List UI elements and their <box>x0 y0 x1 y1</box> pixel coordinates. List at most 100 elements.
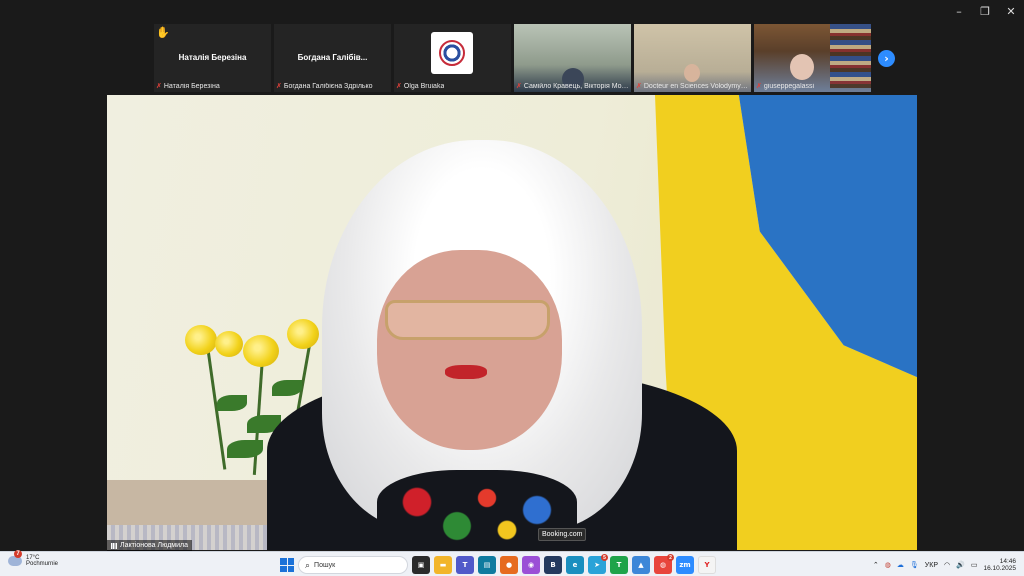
notification-badge: 5 <box>601 554 608 561</box>
maximize-button[interactable]: ❐ <box>972 0 998 22</box>
taskbar-tooltip: Booking.com <box>538 528 587 541</box>
bookshelf-background <box>830 24 871 88</box>
university-logo-icon <box>439 40 465 66</box>
participant-caption: ✗ giuseppegalassi <box>756 82 869 91</box>
notes-glyph: T <box>616 561 622 569</box>
participant-name-label: Богдана Галібієна Здрілько <box>283 82 373 90</box>
participant-caption: ✗ Наталія Березіна <box>156 82 269 91</box>
zoom-glyph: zm <box>679 561 691 569</box>
minimize-button[interactable]: – <box>946 0 972 22</box>
copilot-glyph: ◉ <box>527 561 535 569</box>
participant-tile-name: Богдана Галібів... <box>297 53 368 62</box>
store-app-icon[interactable]: B <box>544 556 562 574</box>
media-app-icon[interactable]: ▤ <box>478 556 496 574</box>
active-speaker-video <box>107 95 917 550</box>
speaker-face <box>377 250 562 450</box>
mic-muted-icon: ✗ <box>276 83 282 90</box>
speaker-name: Лактіонова Людмила <box>120 542 188 549</box>
firefox-app-icon[interactable]: ● <box>500 556 518 574</box>
chrome-app-icon[interactable]: ◍ 2 <box>654 554 674 574</box>
participant-name-label: Наталія Березіна <box>163 82 220 90</box>
participant-name-label: giuseppegalassi <box>763 82 815 90</box>
task-view-glyph: ▣ <box>417 561 425 569</box>
chevron-up-icon[interactable]: ⌃ <box>873 561 879 569</box>
participant-tile[interactable]: ✋ Наталія Березіна ✗ Наталія Березіна <box>154 24 271 92</box>
yandex-glyph: Y <box>704 561 710 569</box>
volume-icon[interactable]: 🔊 <box>956 561 965 569</box>
telegram-glyph: ➤ <box>594 561 600 569</box>
antivirus-icon[interactable]: ◍ <box>885 561 891 569</box>
cloud-sync-icon[interactable]: ☁ <box>897 561 904 569</box>
teams-app-icon[interactable]: T <box>456 556 474 574</box>
window-controls: – ❐ ✕ <box>946 0 1024 22</box>
participant-caption: ✗ Docteur en Sciences Volodymyr ... <box>636 82 749 91</box>
firefox-glyph: ● <box>505 561 513 569</box>
language-indicator[interactable]: УКР <box>925 562 938 569</box>
clock-time: 14:46 <box>999 558 1016 565</box>
participant-video-person <box>684 64 700 82</box>
mic-muted-icon: ✗ <box>636 83 642 90</box>
participant-strip: ✋ Наталія Березіна ✗ Наталія Березіна Бо… <box>154 24 872 92</box>
chrome-glyph: ◍ <box>659 561 667 569</box>
clock[interactable]: 14:46 16.10.2025 <box>983 558 1016 572</box>
participant-tile[interactable]: ✗ giuseppegalassi <box>754 24 871 92</box>
taskbar-apps: ⌕ Пошук ▣ ▬ T ▤ ● ◉ Be ➤ 5 T ▲ ◍ 2 zm Y <box>280 554 716 575</box>
participant-caption: ✗ Olga Bruiaka <box>396 82 509 91</box>
search-icon: ⌕ <box>305 559 311 570</box>
copilot-app-icon[interactable]: ◉ <box>522 556 540 574</box>
telegram-app-icon[interactable]: ➤ 5 <box>588 554 608 574</box>
participant-logo <box>431 32 473 74</box>
weather-widget[interactable]: 7 17°C Pochmurnie <box>8 550 59 567</box>
image-viewer-glyph: ▲ <box>638 561 644 569</box>
participant-video-person <box>790 54 814 80</box>
notification-badge: 2 <box>667 554 674 561</box>
next-participants-button[interactable]: › <box>878 50 895 67</box>
notes-app-icon[interactable]: T <box>610 556 628 574</box>
battery-icon[interactable]: ▭ <box>971 561 978 569</box>
store-glyph: B <box>550 561 556 569</box>
participant-name-label: Olga Bruiaka <box>403 82 445 90</box>
task-view-app-icon[interactable]: ▣ <box>412 556 430 574</box>
pinned-apps: ▣ ▬ T ▤ ● ◉ Be ➤ 5 T ▲ ◍ 2 zm Y <box>412 554 716 574</box>
glasses <box>385 300 550 340</box>
participant-name-label: Самійло Кравець, Вікторія Мор... <box>523 82 629 90</box>
file-explorer-app-icon[interactable]: ▬ <box>434 556 452 574</box>
participant-caption: ✗ Богдана Галібієна Здрілько <box>276 82 389 91</box>
participant-tile-name: Наталія Березіна <box>178 53 247 62</box>
participant-tile[interactable]: ✗ Самійло Кравець, Вікторія Мор... <box>514 24 631 92</box>
edge-glyph: e <box>572 561 578 569</box>
participant-tile[interactable]: ✗ Olga Bruiaka <box>394 24 511 92</box>
clock-date: 16.10.2025 <box>983 565 1016 572</box>
teams-glyph: T <box>462 561 468 569</box>
signal-strength-icon <box>111 542 117 549</box>
mic-muted-icon: ✗ <box>396 83 402 90</box>
yandex-app-icon[interactable]: Y <box>698 556 716 574</box>
speaker-mouth <box>445 365 487 379</box>
desktop-screen: – ❐ ✕ ✋ Наталія Березіна ✗ Наталія Берез… <box>0 0 1024 576</box>
windows-taskbar: 7 17°C Pochmurnie ⌕ Пошук ▣ ▬ T ▤ ● ◉ Be ➤ 5 T ▲ ◍ 2… <box>0 550 1024 576</box>
participant-tile[interactable]: ✗ Docteur en Sciences Volodymyr ... <box>634 24 751 92</box>
active-speaker-name-label: Лактіонова Людмила <box>107 540 192 551</box>
windows-start-icon[interactable] <box>280 558 294 572</box>
media-glyph: ▤ <box>483 561 491 569</box>
cloud-icon: 7 <box>8 550 22 566</box>
wifi-icon[interactable]: ◠ <box>944 561 950 569</box>
system-tray: ⌃ ◍ ☁ 🎙 УКР ◠ 🔊 ▭ 14:46 16.10.2025 <box>873 555 1016 575</box>
weather-condition: Pochmurnie <box>26 561 59 567</box>
weather-alert-badge: 7 <box>14 550 22 558</box>
edge-app-icon[interactable]: e <box>566 556 584 574</box>
participant-caption: ✗ Самійло Кравець, Вікторія Мор... <box>516 82 629 91</box>
close-button[interactable]: ✕ <box>998 0 1024 22</box>
mic-muted-icon: ✗ <box>156 83 162 90</box>
taskbar-search-input[interactable]: ⌕ Пошук <box>298 556 408 574</box>
participant-tile[interactable]: Богдана Галібів... ✗ Богдана Галібієна З… <box>274 24 391 92</box>
mic-muted-icon: ✗ <box>516 83 522 90</box>
participant-name-label: Docteur en Sciences Volodymyr ... <box>643 82 749 90</box>
file-explorer-glyph: ▬ <box>439 561 447 569</box>
microphone-icon[interactable]: 🎙 <box>910 561 919 569</box>
mic-muted-icon: ✗ <box>756 83 762 90</box>
raised-hand-icon: ✋ <box>156 27 170 39</box>
search-placeholder: Пошук <box>314 561 336 569</box>
image-viewer-app-icon[interactable]: ▲ <box>632 556 650 574</box>
zoom-app-icon[interactable]: zm <box>676 556 694 574</box>
